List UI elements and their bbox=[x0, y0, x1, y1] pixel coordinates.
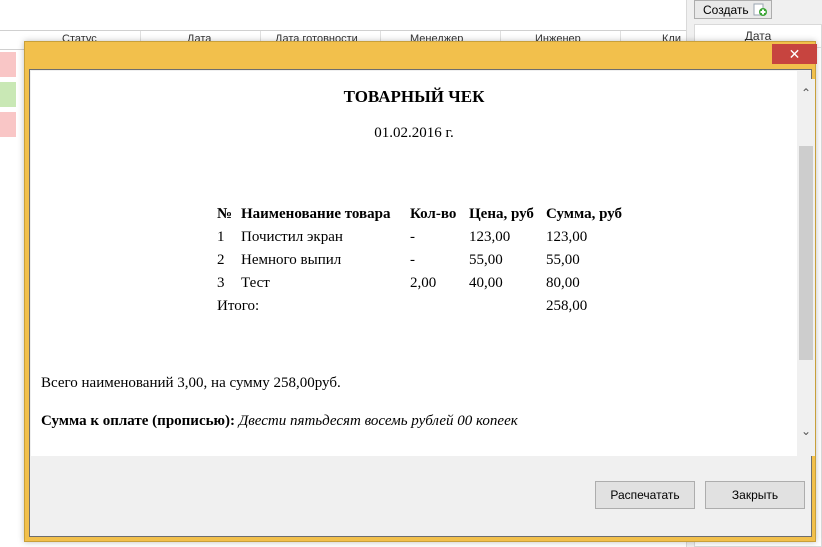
amount-in-words-label: Сумма к оплате (прописью): bbox=[41, 413, 235, 429]
amount-in-words-value: Двести пятьдесят восемь рублей 00 копеек bbox=[238, 413, 518, 429]
header-quantity: Кол-во bbox=[410, 206, 457, 222]
receipt-date: 01.02.2016 г. bbox=[374, 125, 454, 141]
row-number: 3 bbox=[217, 275, 225, 291]
close-button[interactable]: Закрыть bbox=[705, 481, 805, 509]
header-price: Цена, руб bbox=[469, 206, 534, 222]
close-icon: ✕ bbox=[788, 45, 801, 62]
total-value: 258,00 bbox=[546, 298, 588, 314]
row-sum: 80,00 bbox=[546, 275, 580, 291]
scroll-down-icon[interactable]: ⌄ bbox=[797, 421, 815, 441]
table-row: 1 Почистил экран - 123,00 123,00 bbox=[217, 226, 634, 249]
receipt-document: ТОВАРНЫЙ ЧЕК 01.02.2016 г. № Наименовани… bbox=[31, 71, 797, 456]
table-row[interactable] bbox=[0, 52, 16, 77]
total-row: Итого: 258,00 bbox=[217, 295, 634, 318]
table-row[interactable] bbox=[0, 112, 16, 137]
row-sum: 123,00 bbox=[546, 229, 588, 245]
create-button-label: Создать bbox=[703, 2, 749, 17]
row-price: 123,00 bbox=[469, 229, 511, 245]
row-name: Почистил экран bbox=[241, 229, 343, 245]
header-sum: Сумма, руб bbox=[546, 206, 623, 222]
row-quantity: - bbox=[410, 229, 415, 245]
header-number: № bbox=[217, 206, 233, 222]
row-price: 40,00 bbox=[469, 275, 503, 291]
row-name: Немного выпил bbox=[241, 252, 342, 268]
plus-icon bbox=[753, 3, 767, 16]
table-row: 2 Немного выпил - 55,00 55,00 bbox=[217, 249, 634, 272]
row-quantity: 2,00 bbox=[410, 275, 437, 291]
items-table: № Наименование товара Кол-во Цена, руб С… bbox=[217, 203, 634, 318]
table-row: 3 Тест 2,00 40,00 80,00 bbox=[217, 272, 634, 295]
row-sum: 55,00 bbox=[546, 252, 580, 268]
row-price: 55,00 bbox=[469, 252, 503, 268]
table-row[interactable] bbox=[0, 82, 16, 107]
vertical-scrollbar[interactable]: ⌃ ⌄ bbox=[797, 79, 815, 456]
print-button[interactable]: Распечатать bbox=[595, 481, 695, 509]
row-number: 2 bbox=[217, 252, 225, 268]
total-label: Итого: bbox=[217, 298, 260, 314]
window-close-button[interactable]: ✕ bbox=[772, 44, 817, 64]
row-number: 1 bbox=[217, 229, 225, 245]
header-name: Наименование товара bbox=[241, 206, 391, 222]
amount-in-words: Сумма к оплате (прописью): Двести пятьде… bbox=[41, 413, 518, 430]
scroll-up-icon[interactable]: ⌃ bbox=[797, 83, 815, 103]
scrollbar-thumb[interactable] bbox=[799, 146, 813, 360]
create-button[interactable]: Создать bbox=[694, 0, 772, 19]
receipt-title: ТОВАРНЫЙ ЧЕК bbox=[343, 87, 485, 106]
receipt-summary: Всего наименований 3,00, на сумму 258,00… bbox=[41, 375, 341, 391]
items-header-row: № Наименование товара Кол-во Цена, руб С… bbox=[217, 203, 634, 226]
row-quantity: - bbox=[410, 252, 415, 268]
row-name: Тест bbox=[241, 275, 270, 291]
